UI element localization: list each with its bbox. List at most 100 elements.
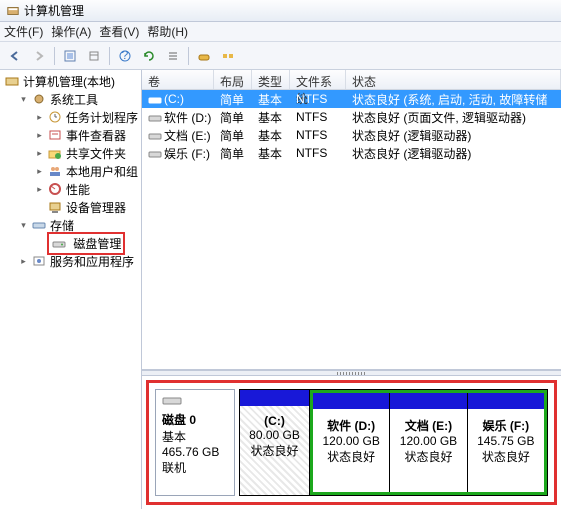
- partition-d[interactable]: 软件 (D:) 120.00 GB 状态良好: [313, 393, 390, 492]
- svg-text:?: ?: [122, 49, 129, 62]
- volume-row[interactable]: 娱乐 (F:) 简单 基本 NTFS 状态良好 (逻辑驱动器): [142, 144, 561, 162]
- menu-view[interactable]: 查看(V): [99, 23, 139, 40]
- col-layout[interactable]: 布局: [214, 70, 252, 89]
- disk-name: 磁盘 0: [162, 411, 228, 428]
- col-filesystem[interactable]: 文件系统: [290, 70, 346, 89]
- partition-c[interactable]: (C:) 80.00 GB 状态良好: [240, 390, 310, 495]
- collapse-icon[interactable]: ▾: [18, 220, 29, 231]
- tree-eventvwr[interactable]: ▸ 事件查看器: [0, 126, 141, 144]
- tree-localuser[interactable]: ▸ 本地用户和组: [0, 162, 141, 180]
- expand-icon[interactable]: ▸: [34, 166, 45, 177]
- volume-row[interactable]: (C:) 简单 基本 NTFS 状态良好 (系统, 启动, 活动, 故障转储: [142, 90, 561, 108]
- tree-label: 设备管理器: [66, 199, 126, 216]
- action1-button[interactable]: [193, 45, 215, 67]
- expand-icon[interactable]: ▸: [34, 148, 45, 159]
- list-button[interactable]: [162, 45, 184, 67]
- col-volume[interactable]: 卷: [142, 70, 214, 89]
- tree-label: 共享文件夹: [66, 145, 126, 162]
- partition-band: [468, 393, 544, 409]
- tree-label: 服务和应用程序: [50, 253, 134, 270]
- tree-root[interactable]: 计算机管理(本地): [0, 72, 141, 90]
- volume-row[interactable]: 软件 (D:) 简单 基本 NTFS 状态良好 (页面文件, 逻辑驱动器): [142, 108, 561, 126]
- partition-band: [390, 393, 466, 409]
- part-size: 120.00 GB: [317, 434, 385, 448]
- disk-type: 基本: [162, 428, 228, 445]
- up-button[interactable]: [59, 45, 81, 67]
- part-size: 80.00 GB: [244, 428, 305, 442]
- grip-icon: [337, 372, 367, 375]
- view-button[interactable]: [83, 45, 105, 67]
- volume-list: 卷 布局 类型 文件系统 状态 (C:) 简单 基本 NTFS 状态良好 (系统…: [142, 70, 561, 370]
- tree-tasksched[interactable]: ▸ 任务计划程序: [0, 108, 141, 126]
- expand-icon[interactable]: ▸: [34, 130, 45, 141]
- tree-diskmgmt[interactable]: 磁盘管理: [0, 234, 141, 252]
- vol-type: 基本: [252, 145, 290, 162]
- title-bar: 计算机管理: [0, 0, 561, 22]
- disk-status: 联机: [162, 459, 228, 476]
- volume-header: 卷 布局 类型 文件系统 状态: [142, 70, 561, 90]
- collapse-icon[interactable]: ▾: [18, 94, 29, 105]
- main-area: 计算机管理(本地) ▾ 系统工具 ▸ 任务计划程序 ▸ 事件查看器 ▸ 共享文件…: [0, 70, 561, 509]
- part-status: 状态良好: [472, 448, 540, 465]
- tree-label: 系统工具: [50, 91, 98, 108]
- splitter[interactable]: [142, 370, 561, 376]
- volume-row[interactable]: 文档 (E:) 简单 基本 NTFS 状态良好 (逻辑驱动器): [142, 126, 561, 144]
- folder-share-icon: [47, 146, 63, 160]
- tree-label: 事件查看器: [66, 127, 126, 144]
- menu-help[interactable]: 帮助(H): [147, 23, 188, 40]
- vol-status: 状态良好 (逻辑驱动器): [346, 145, 561, 162]
- drive-icon: [148, 112, 162, 124]
- partition-e[interactable]: 文档 (E:) 120.00 GB 状态良好: [390, 393, 467, 492]
- event-icon: [47, 128, 63, 142]
- menu-file[interactable]: 文件(F): [4, 23, 43, 40]
- vol-status: 状态良好 (页面文件, 逻辑驱动器): [346, 109, 561, 126]
- tree-label: 本地用户和组: [66, 163, 138, 180]
- services-icon: [31, 254, 47, 268]
- highlight-box: 磁盘管理: [47, 232, 125, 255]
- tree-systools[interactable]: ▾ 系统工具: [0, 90, 141, 108]
- forward-button[interactable]: [28, 45, 50, 67]
- part-label: 软件 (D:): [317, 417, 385, 434]
- drive-icon: [148, 94, 162, 106]
- tree-services[interactable]: ▸ 服务和应用程序: [0, 252, 141, 270]
- menu-action[interactable]: 操作(A): [51, 23, 91, 40]
- vol-layout: 简单: [214, 127, 252, 144]
- drive-icon: [148, 148, 162, 160]
- col-type[interactable]: 类型: [252, 70, 290, 89]
- part-status: 状态良好: [244, 442, 305, 459]
- users-icon: [47, 164, 63, 178]
- partitions: (C:) 80.00 GB 状态良好 软件 (D:) 120.00 GB 状态良…: [239, 389, 548, 496]
- tree-label: 性能: [66, 181, 90, 198]
- back-button[interactable]: [4, 45, 26, 67]
- disk-info[interactable]: 磁盘 0 基本 465.76 GB 联机: [155, 389, 235, 496]
- right-pane: 卷 布局 类型 文件系统 状态 (C:) 简单 基本 NTFS 状态良好 (系统…: [142, 70, 561, 509]
- refresh-button[interactable]: [138, 45, 160, 67]
- extended-partition: 软件 (D:) 120.00 GB 状态良好 文档 (E:) 120.00 GB…: [310, 390, 547, 495]
- expand-icon[interactable]: ▸: [34, 184, 45, 195]
- blank-toggle: [34, 202, 45, 213]
- window-title: 计算机管理: [24, 2, 84, 19]
- col-status[interactable]: 状态: [346, 70, 561, 89]
- vol-fs: NTFS: [290, 110, 346, 124]
- partition-f[interactable]: 娱乐 (F:) 145.75 GB 状态良好: [468, 393, 544, 492]
- tree-label: 计算机管理(本地): [23, 73, 115, 90]
- menu-bar: 文件(F) 操作(A) 查看(V) 帮助(H): [0, 22, 561, 42]
- vol-type: 基本: [252, 109, 290, 126]
- disk-size: 465.76 GB: [162, 445, 228, 459]
- vol-fs: NTFS: [290, 146, 346, 160]
- expand-icon[interactable]: ▸: [18, 256, 29, 267]
- part-status: 状态良好: [317, 448, 385, 465]
- part-label: 娱乐 (F:): [472, 417, 540, 434]
- vol-status: 状态良好 (系统, 启动, 活动, 故障转储: [346, 91, 561, 108]
- tree-perf[interactable]: ▸ 性能: [0, 180, 141, 198]
- part-size: 145.75 GB: [472, 434, 540, 448]
- vol-type: 基本: [252, 127, 290, 144]
- separator: [109, 47, 110, 65]
- tree-shared[interactable]: ▸ 共享文件夹: [0, 144, 141, 162]
- vol-layout: 简单: [214, 145, 252, 162]
- expand-icon[interactable]: ▸: [34, 112, 45, 123]
- help-button[interactable]: ?: [114, 45, 136, 67]
- part-label: 文档 (E:): [394, 417, 462, 434]
- tree-devmgr[interactable]: 设备管理器: [0, 198, 141, 216]
- action2-button[interactable]: [217, 45, 239, 67]
